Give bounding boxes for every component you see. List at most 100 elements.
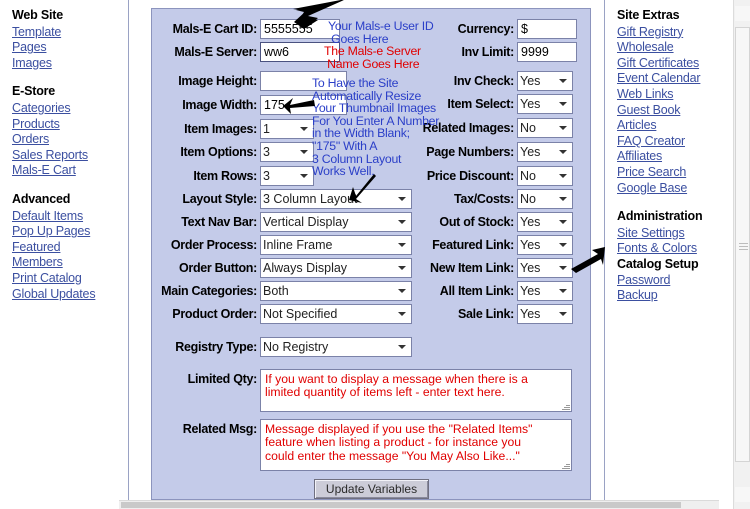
sale-link-select[interactable]: Yes [517,304,573,324]
sidebar-item-guest-book[interactable]: Guest Book [617,103,709,119]
scrollbar-grip-icon [739,243,748,244]
tax-costs-select[interactable]: No [517,189,573,209]
update-variables-button[interactable]: Update Variables [314,479,429,499]
sidebar-right: Site Extras Gift Registry Wholesale Gift… [617,8,709,304]
sidebar-item-event-calendar[interactable]: Event Calendar [617,71,709,87]
sidebar-item-wholesale[interactable]: Wholesale [617,40,709,56]
sidebar-item-site-settings[interactable]: Site Settings [617,226,709,242]
order-button-select-wrap: Always Display [260,258,412,278]
item-rows-select[interactable]: 3 [260,166,314,186]
item-images-select[interactable]: 1 [260,119,314,139]
sidebar-item-global-updates[interactable]: Global Updates [12,287,102,303]
field-label-order-button: Order Button: [178,261,257,275]
related-msg-wrap: Message displayed if you use the "Relate… [260,419,572,471]
currency-input[interactable] [517,19,577,39]
field-label-currency: Currency: [457,22,515,36]
featured-link-select[interactable]: Yes [517,235,573,255]
order-button-select[interactable]: Always Display [260,258,412,278]
field-label-new-item-link-wrap: New Item Link: [402,261,514,275]
nav-group-title-estore: E-Store [12,84,56,99]
price-discount-select[interactable]: No [517,166,573,186]
sidebar-item-categories[interactable]: Categories [12,101,102,117]
sidebar-item-gift-registry[interactable]: Gift Registry [617,25,709,41]
scroll-down-button[interactable] [735,487,750,502]
field-label-sale-link-wrap: Sale Link: [402,307,514,321]
field-label-image-height: Image Height: [178,74,257,88]
field-label-product-order-wrap: Product Order: [152,307,257,321]
vertical-scrollbar[interactable] [733,0,750,509]
sidebar-item-articles[interactable]: Articles [617,118,709,134]
main-categories-select[interactable]: Both [260,281,412,301]
field-label-all-item-link-wrap: All Item Link: [402,284,515,298]
new-item-link-select[interactable]: Yes [517,258,573,278]
sidebar-item-sales-reports[interactable]: Sales Reports [12,148,102,164]
related-msg-textarea[interactable]: Message displayed if you use the "Relate… [260,419,572,471]
layout-style-select[interactable]: 3 Column Layout [260,189,412,209]
field-label-text-nav-bar: Text Nav Bar: [181,215,257,229]
horizontal-scrollbar-thumb[interactable] [121,502,681,508]
limited-qty-textarea[interactable]: If you want to display a message when th… [260,369,572,412]
vertical-scrollbar-thumb[interactable] [735,27,750,462]
field-label-tax-costs-wrap: Tax/Costs: [402,192,514,206]
field-label-product-order: Product Order: [172,307,257,321]
all-item-link-select-wrap: Yes [517,281,573,301]
divider-left [128,0,129,509]
field-label-cart-id-wrap: Mals-E Cart ID: [152,22,258,36]
sidebar-item-pages[interactable]: Pages [12,40,102,56]
annotation-cart-id: Your Mals-e User ID Goes Here [328,19,434,46]
registry-type-select[interactable]: No Registry [260,337,412,357]
inv-limit-input[interactable] [517,42,577,62]
sidebar-item-template[interactable]: Template [12,25,102,41]
sidebar-item-fonts-colors[interactable]: Fonts & Colors [617,241,709,257]
catalog-setup-form: Mals-E Cart ID: Mals-E Server: Image Hei… [151,8,591,500]
layout-style-select-wrap: 3 Column Layout [260,189,412,209]
sidebar-item-members[interactable]: Members [12,255,102,271]
catalog-setup-page: Web Site Template Pages Images E-Store C… [0,0,750,509]
field-label-out-of-stock-wrap: Out of Stock: [402,215,514,229]
sidebar-item-catalog-setup[interactable]: Catalog Setup [617,257,709,273]
sidebar-item-orders[interactable]: Orders [12,132,102,148]
out-of-stock-select[interactable]: Yes [517,212,573,232]
sidebar-item-default-items[interactable]: Default Items [12,209,102,225]
field-label-limited-qty-wrap: Limited Qty: [152,372,258,386]
price-discount-select-wrap: No [517,166,573,186]
nav-group-title-advanced: Advanced [12,191,71,206]
sidebar-item-faq-creator[interactable]: FAQ Creator [617,134,709,150]
sidebar-item-google-base[interactable]: Google Base [617,181,709,197]
sidebar-item-web-links[interactable]: Web Links [617,87,709,103]
sidebar-item-print-catalog[interactable]: Print Catalog [12,271,102,287]
sidebar-item-featured[interactable]: Featured [12,240,102,256]
sidebar-left: Web Site Template Pages Images E-Store C… [12,8,102,302]
inv-check-select[interactable]: Yes [517,71,573,91]
field-label-all-item-link: All Item Link: [439,284,515,298]
sidebar-item-pop-up-pages[interactable]: Pop Up Pages [12,224,102,240]
sidebar-item-backup[interactable]: Backup [617,288,709,304]
item-options-select[interactable]: 3 [260,142,314,162]
scroll-up-button[interactable] [735,6,750,21]
scrollbar-grip-icon [739,246,748,247]
item-rows-select-wrap: 3 [260,166,314,186]
order-process-select[interactable]: Inline Frame [260,235,412,255]
product-order-select[interactable]: Not Specified [260,304,412,324]
nav-group-title-website: Web Site [12,8,63,22]
related-images-select[interactable]: No [517,118,573,138]
horizontal-scrollbar[interactable] [119,500,719,509]
field-label-sale-link: Sale Link: [457,307,514,321]
annotation-server: The Mals-e Server Name Goes Here [324,44,421,71]
field-label-featured-link: Featured Link: [432,238,514,252]
item-select-select[interactable]: Yes [517,94,573,114]
inv-check-select-wrap: Yes [517,71,573,91]
sidebar-item-mals-e-cart[interactable]: Mals-E Cart [12,163,102,179]
sidebar-item-password[interactable]: Password [617,273,709,289]
text-nav-bar-select[interactable]: Vertical Display [260,212,412,232]
all-item-link-select[interactable]: Yes [517,281,573,301]
page-numbers-select[interactable]: Yes [517,142,573,162]
sale-link-select-wrap: Yes [517,304,573,324]
field-label-main-categories: Main Categories: [161,284,257,298]
product-order-select-wrap: Not Specified [260,304,412,324]
sidebar-item-gift-certificates[interactable]: Gift Certificates [617,56,709,72]
sidebar-item-products[interactable]: Products [12,117,102,133]
sidebar-item-affiliates[interactable]: Affiliates [617,149,709,165]
sidebar-item-images[interactable]: Images [12,56,102,72]
sidebar-item-price-search[interactable]: Price Search [617,165,709,181]
